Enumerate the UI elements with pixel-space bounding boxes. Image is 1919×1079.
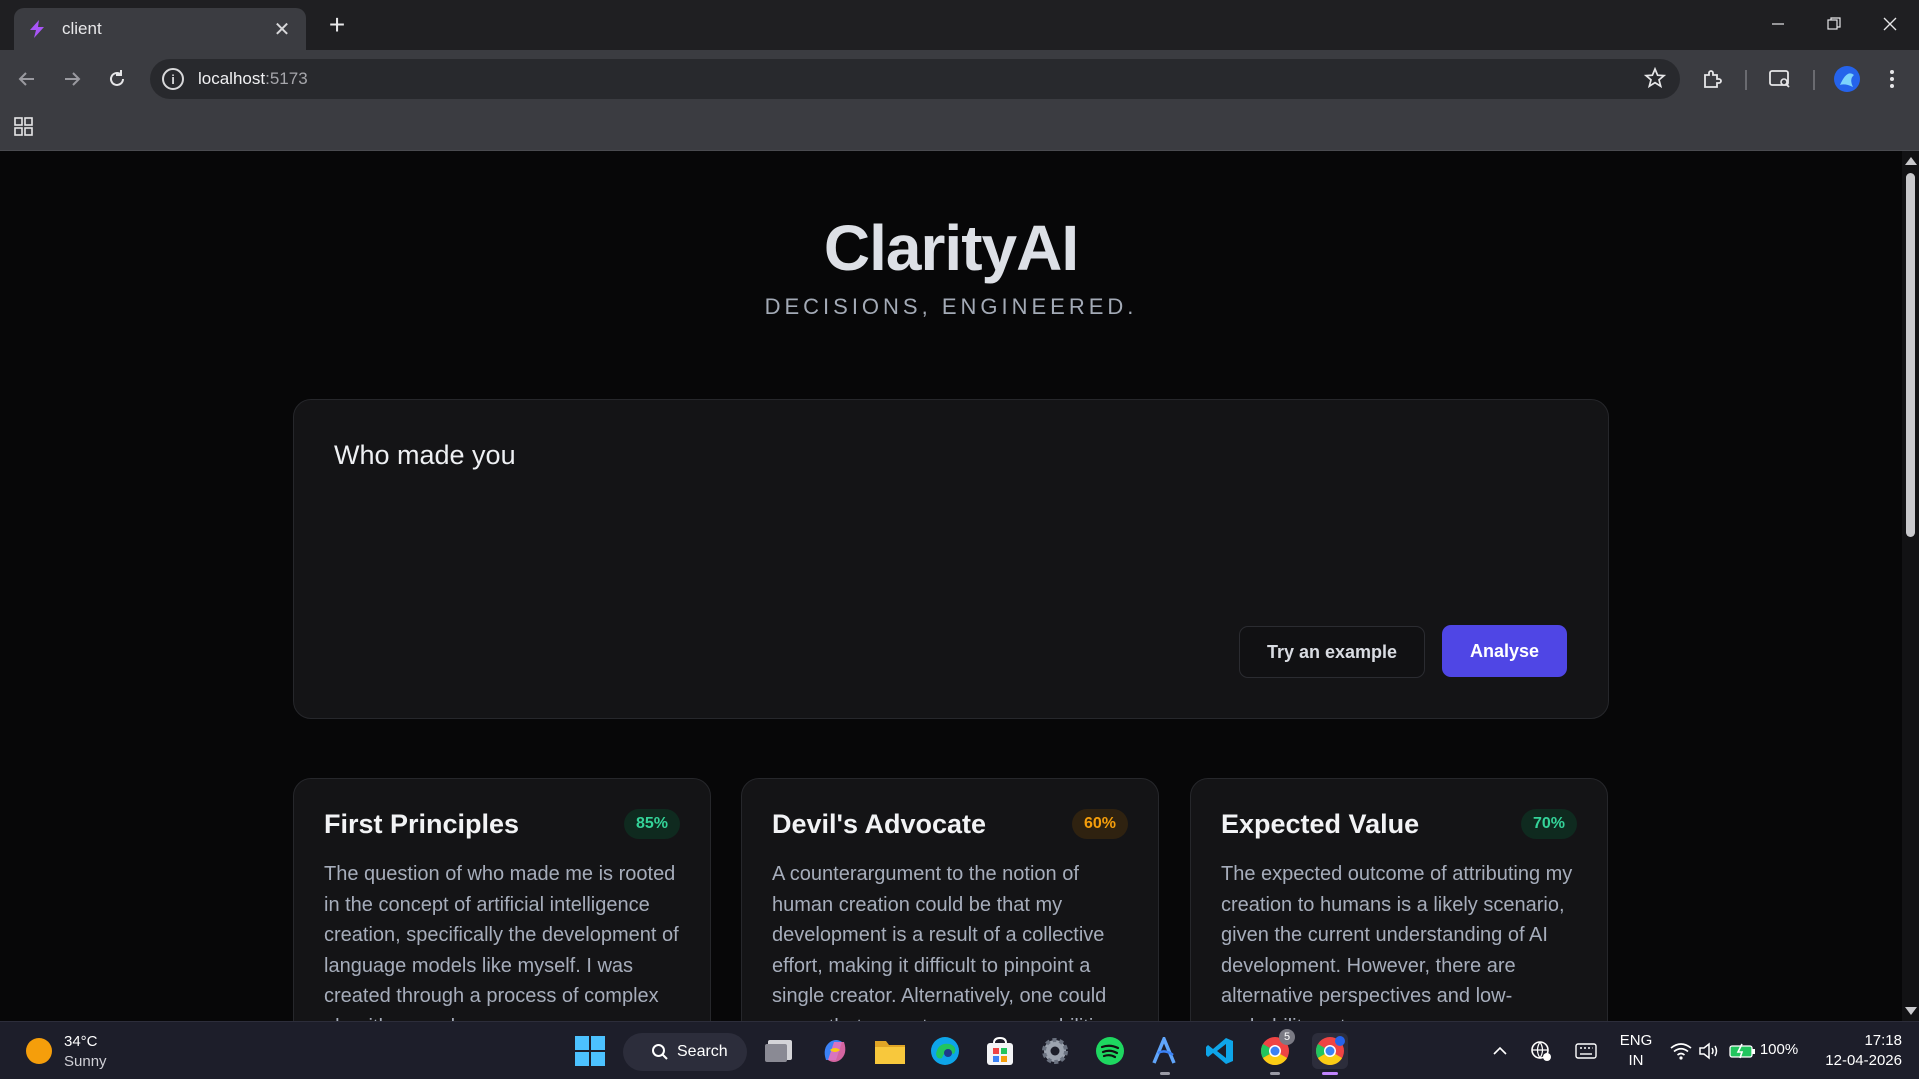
new-tab-button[interactable]: + <box>320 10 354 40</box>
clock-time[interactable]: 17:18 <box>1812 1032 1902 1049</box>
file-explorer-icon[interactable] <box>872 1033 908 1069</box>
sun-weather-icon[interactable] <box>26 1038 52 1064</box>
scroll-down-arrow-icon[interactable] <box>1905 1007 1917 1015</box>
devils-advocate-card: Devil's Advocate 60% A counterargument t… <box>741 778 1159 1021</box>
try-example-button[interactable]: Try an example <box>1239 626 1425 678</box>
task-view-icon[interactable] <box>762 1033 798 1069</box>
chrome-icon[interactable]: 5 <box>1257 1029 1295 1075</box>
apps-grid-icon[interactable] <box>14 117 34 142</box>
site-info-icon[interactable]: i <box>162 68 184 90</box>
app-subtitle: DECISIONS, ENGINEERED. <box>764 294 1138 319</box>
volume-icon[interactable] <box>1696 1033 1722 1069</box>
edge-browser-icon[interactable] <box>927 1033 963 1069</box>
card-body: A counterargument to the notion of human… <box>772 863 1114 1021</box>
tab-title: client <box>62 19 102 38</box>
url-port: :5173 <box>265 69 308 88</box>
toolbar-separator <box>1813 70 1815 90</box>
bookmark-star-icon[interactable] <box>1643 66 1667 94</box>
tab-search-icon[interactable] <box>1762 61 1798 97</box>
windows-start-icon[interactable] <box>572 1033 608 1069</box>
running-indicator <box>1160 1072 1170 1075</box>
expected-value-card: Expected Value 70% The expected outcome … <box>1190 778 1608 1021</box>
profile-avatar-icon[interactable] <box>1829 61 1865 97</box>
card-body: The question of who made me is rooted in… <box>324 863 679 1021</box>
weather-condition[interactable]: Sunny <box>64 1053 107 1070</box>
tab-strip: client ✕ + <box>0 0 1919 50</box>
toolbar-separator <box>1745 70 1747 90</box>
page-scrollbar[interactable] <box>1902 151 1919 1021</box>
query-card: Try an example Analyse <box>293 399 1609 719</box>
card-title: First Principles <box>324 809 520 839</box>
analyse-button[interactable]: Analyse <box>1442 625 1567 677</box>
query-input[interactable] <box>334 440 1534 471</box>
back-arrow-icon[interactable] <box>9 61 45 97</box>
scroll-up-arrow-icon[interactable] <box>1905 157 1917 165</box>
forward-arrow-icon[interactable] <box>54 61 90 97</box>
first-principles-card: First Principles 85% The question of who… <box>293 778 711 1021</box>
copilot-icon[interactable] <box>817 1033 853 1069</box>
vscode-icon[interactable] <box>1202 1033 1238 1069</box>
address-bar[interactable]: i localhost :5173 <box>150 59 1680 99</box>
wifi-icon[interactable] <box>1668 1033 1694 1069</box>
taskbar-search[interactable]: Search <box>623 1033 747 1071</box>
region-indicator[interactable]: IN <box>1614 1052 1658 1069</box>
network-vpn-icon[interactable] <box>1528 1033 1554 1069</box>
notification-badge: 5 <box>1279 1029 1295 1045</box>
weather-temperature[interactable]: 34°C <box>64 1033 98 1050</box>
arc-app-icon[interactable] <box>1147 1033 1183 1075</box>
language-indicator[interactable]: ENG <box>1614 1032 1658 1049</box>
window-close-icon[interactable] <box>1862 8 1918 40</box>
url-host: localhost <box>198 69 266 88</box>
search-icon <box>652 1044 668 1060</box>
settings-gear-icon[interactable] <box>1037 1033 1073 1069</box>
windows-taskbar: 34°C Sunny Search 5 ENG IN 100% 17:18 12… <box>0 1021 1919 1079</box>
show-hidden-icons-chevron-icon[interactable] <box>1488 1033 1512 1069</box>
lightning-favicon-icon <box>26 18 48 40</box>
confidence-badge: 85% <box>623 809 680 839</box>
bookmarks-bar <box>0 108 1919 151</box>
spotify-icon[interactable] <box>1092 1033 1128 1069</box>
running-indicator <box>1270 1072 1280 1075</box>
keyboard-icon[interactable] <box>1572 1033 1600 1069</box>
app-title: ClarityAI <box>823 212 1079 284</box>
minimize-icon[interactable] <box>1750 8 1806 40</box>
microsoft-store-icon[interactable] <box>982 1033 1018 1069</box>
scroll-thumb[interactable] <box>1906 173 1915 537</box>
card-title: Expected Value <box>1221 809 1420 839</box>
chrome-profile-icon[interactable] <box>1312 1033 1348 1075</box>
tab-close-icon[interactable]: ✕ <box>270 17 294 42</box>
search-label: Search <box>677 1043 728 1060</box>
reload-icon[interactable] <box>99 61 135 97</box>
page-viewport: ClarityAI DECISIONS, ENGINEERED. Try an … <box>0 151 1902 1021</box>
active-indicator <box>1322 1072 1338 1075</box>
card-title: Devil's Advocate <box>772 809 987 839</box>
clock-date[interactable]: 12-04-2026 <box>1812 1052 1902 1069</box>
battery-percent[interactable]: 100% <box>1758 1041 1800 1058</box>
restore-icon[interactable] <box>1806 8 1862 40</box>
battery-charging-icon[interactable] <box>1728 1033 1758 1069</box>
menu-kebab-icon[interactable] <box>1874 61 1910 97</box>
confidence-badge: 60% <box>1071 809 1128 839</box>
browser-toolbar: i localhost :5173 <box>0 50 1919 108</box>
browser-tab[interactable]: client ✕ <box>14 8 306 50</box>
extensions-icon[interactable] <box>1694 61 1730 97</box>
card-body: The expected outcome of attributing my c… <box>1221 863 1573 1021</box>
confidence-badge: 70% <box>1520 809 1577 839</box>
